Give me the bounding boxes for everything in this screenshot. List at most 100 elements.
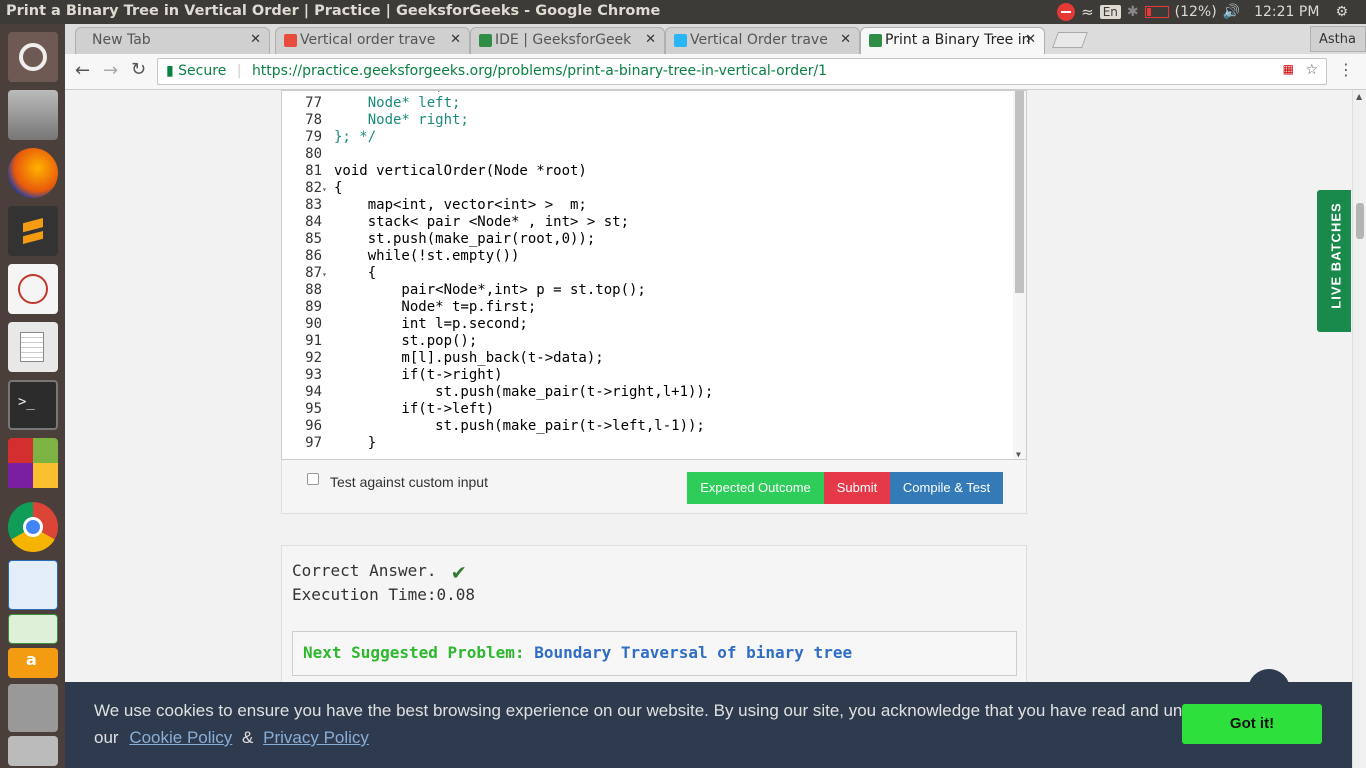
close-tab-icon[interactable]: ✕ (1025, 32, 1036, 47)
system-tray: ≈ En ✱ (12%) 🔊 12:21 PM ⚙ (1057, 0, 1366, 24)
firefox-icon[interactable] (8, 148, 58, 198)
files-icon[interactable] (8, 90, 58, 140)
code-text: while(!st.empty()) (334, 248, 520, 264)
address-bar[interactable]: ▮ Secure | https://practice.geeksforgeek… (157, 58, 1327, 85)
keyboard-lang-indicator[interactable]: En (1099, 5, 1121, 19)
line-number: 95 (305, 401, 322, 417)
amazon-icon[interactable]: a (8, 648, 58, 678)
close-tab-icon[interactable]: ✕ (450, 32, 461, 47)
profile-name[interactable]: Astha (1310, 26, 1366, 52)
code-text: st.pop(); (334, 333, 478, 349)
code-text: { (334, 180, 343, 196)
code-line[interactable]: 78 Node* right; (282, 112, 469, 129)
cookie-text-our: our (94, 728, 119, 747)
scroll-down-arrow-icon[interactable]: ▼ (1016, 450, 1021, 459)
tab-label: Print a Binary Tree in (885, 32, 1031, 48)
checkmark-icon: ✔ (452, 560, 466, 585)
code-line[interactable]: 97 } (282, 435, 376, 452)
bluetooth-icon[interactable]: ✱ (1127, 4, 1139, 20)
no-entry-icon[interactable] (1057, 3, 1076, 21)
expected-outcome-button[interactable]: Expected Outcome (687, 472, 824, 504)
code-text: Node* left; (334, 95, 461, 111)
code-line[interactable]: 79}; */ (282, 129, 376, 146)
clock[interactable]: 12:21 PM (1254, 4, 1319, 20)
bookmark-star-icon[interactable]: ☆ (1305, 62, 1318, 78)
code-line[interactable]: 86 while(!st.empty()) (282, 248, 519, 265)
execution-time-label: Execution Time: (292, 585, 437, 604)
terminal-icon[interactable]: >_ (8, 380, 58, 430)
software-center-icon[interactable] (8, 438, 58, 488)
wifi-icon[interactable]: ≈ (1081, 3, 1094, 21)
code-line[interactable]: 82▾{ (282, 180, 342, 197)
code-line[interactable]: 77 Node* left; (282, 95, 460, 112)
settings-gear-icon[interactable]: ⚙ (1335, 4, 1348, 20)
libreoffice-writer-icon[interactable] (8, 560, 58, 610)
page-scrollbar[interactable]: ▲ (1352, 90, 1366, 768)
tab-ide-geeksforgeeks[interactable]: IDE | GeeksforGeek ✕ (470, 27, 665, 54)
code-line[interactable]: 87▾ { (282, 265, 376, 282)
back-icon[interactable]: ← (75, 60, 90, 81)
line-number: 90 (305, 316, 322, 332)
tab-print-binary-tree[interactable]: Print a Binary Tree in ✕ (860, 27, 1045, 54)
compile-test-button[interactable]: Compile & Test (890, 472, 1003, 504)
document-viewer-icon[interactable] (8, 264, 58, 314)
scroll-up-arrow-icon[interactable]: ▲ (1356, 92, 1362, 101)
calc-icon[interactable] (8, 614, 58, 644)
live-batches-tab[interactable]: LIVE BATCHES (1317, 190, 1351, 332)
text-editor-icon[interactable] (8, 322, 58, 372)
code-line[interactable]: 80 (282, 146, 334, 163)
code-line[interactable]: 96 st.push(make_pair(t->left,l-1)); (282, 418, 705, 435)
fold-arrow-icon[interactable]: ▾ (322, 266, 334, 283)
submit-button[interactable]: Submit (824, 472, 890, 504)
next-problem-link[interactable]: Boundary Traversal of binary tree (534, 643, 852, 662)
reload-icon[interactable]: ↻ (131, 59, 146, 80)
editor-scroll-thumb[interactable] (1015, 91, 1024, 293)
chrome-icon[interactable] (8, 502, 58, 552)
line-number: 88 (305, 282, 322, 298)
blocked-popup-icon[interactable]: ▦ (1283, 62, 1294, 76)
line-number: 81 (305, 163, 322, 179)
system-top-panel: Print a Binary Tree in Vertical Order | … (0, 0, 1366, 24)
got-it-button[interactable]: Got it! (1182, 704, 1322, 744)
trash-icon[interactable] (8, 736, 58, 766)
code-editor[interactable]: 76 int data;77 Node* left;78 Node* right… (281, 90, 1027, 460)
sublime-text-icon[interactable] (8, 206, 58, 256)
fold-arrow-icon[interactable]: ▾ (322, 181, 334, 198)
line-number: 77 (305, 95, 322, 111)
code-line[interactable]: 93 if(t->right) (282, 367, 502, 384)
code-line[interactable]: 92 m[l].push_back(t->data); (282, 350, 604, 367)
forward-icon[interactable]: → (103, 60, 118, 81)
code-line[interactable]: 90 int l=p.second; (282, 316, 528, 333)
volume-icon[interactable]: 🔊 (1223, 4, 1240, 20)
code-line[interactable]: 91 st.pop(); (282, 333, 477, 350)
screenshot-icon[interactable] (8, 684, 58, 732)
page-scroll-thumb[interactable] (1356, 203, 1364, 239)
line-number: 97 (305, 435, 322, 451)
code-line[interactable]: 88 pair<Node*,int> p = st.top(); (282, 282, 646, 299)
cookie-ampersand: & (242, 728, 254, 747)
custom-input-checkbox[interactable] (307, 473, 319, 485)
privacy-policy-link[interactable]: Privacy Policy (263, 728, 369, 747)
code-line[interactable]: 85 st.push(make_pair(root,0)); (282, 231, 595, 248)
tab-new-tab[interactable]: New Tab ✕ (75, 27, 270, 54)
custom-input-label[interactable]: Test against custom input (330, 474, 488, 490)
close-tab-icon[interactable]: ✕ (840, 32, 851, 47)
cookie-consent-banner: We use cookies to ensure you have the be… (65, 682, 1352, 768)
battery-icon[interactable] (1144, 6, 1169, 18)
cookie-policy-link[interactable]: Cookie Policy (129, 728, 232, 747)
close-tab-icon[interactable]: ✕ (645, 32, 656, 47)
code-line[interactable]: 89 Node* t=p.first; (282, 299, 536, 316)
code-line[interactable]: 83 map<int, vector<int> > m; (282, 197, 587, 214)
editor-scrollbar[interactable]: ▼ (1013, 91, 1026, 459)
close-tab-icon[interactable]: ✕ (250, 32, 261, 47)
gfg-favicon-icon (479, 34, 492, 47)
code-line[interactable]: 94 st.push(make_pair(t->right,l+1)); (282, 384, 713, 401)
tab-vertical-order-traversal-2[interactable]: Vertical Order trave ✕ (665, 27, 860, 54)
code-line[interactable]: 84 stack< pair <Node* , int> > st; (282, 214, 629, 231)
tab-vertical-order-traversal[interactable]: Vertical order trave ✕ (275, 27, 470, 54)
ubuntu-logo-icon[interactable] (8, 32, 58, 82)
chrome-menu-icon[interactable]: ⋮ (1338, 60, 1354, 79)
new-tab-button[interactable] (1052, 32, 1088, 48)
code-line[interactable]: 81 void verticalOrder(Node *root) (282, 163, 587, 180)
code-line[interactable]: 95 if(t->left) (282, 401, 494, 418)
